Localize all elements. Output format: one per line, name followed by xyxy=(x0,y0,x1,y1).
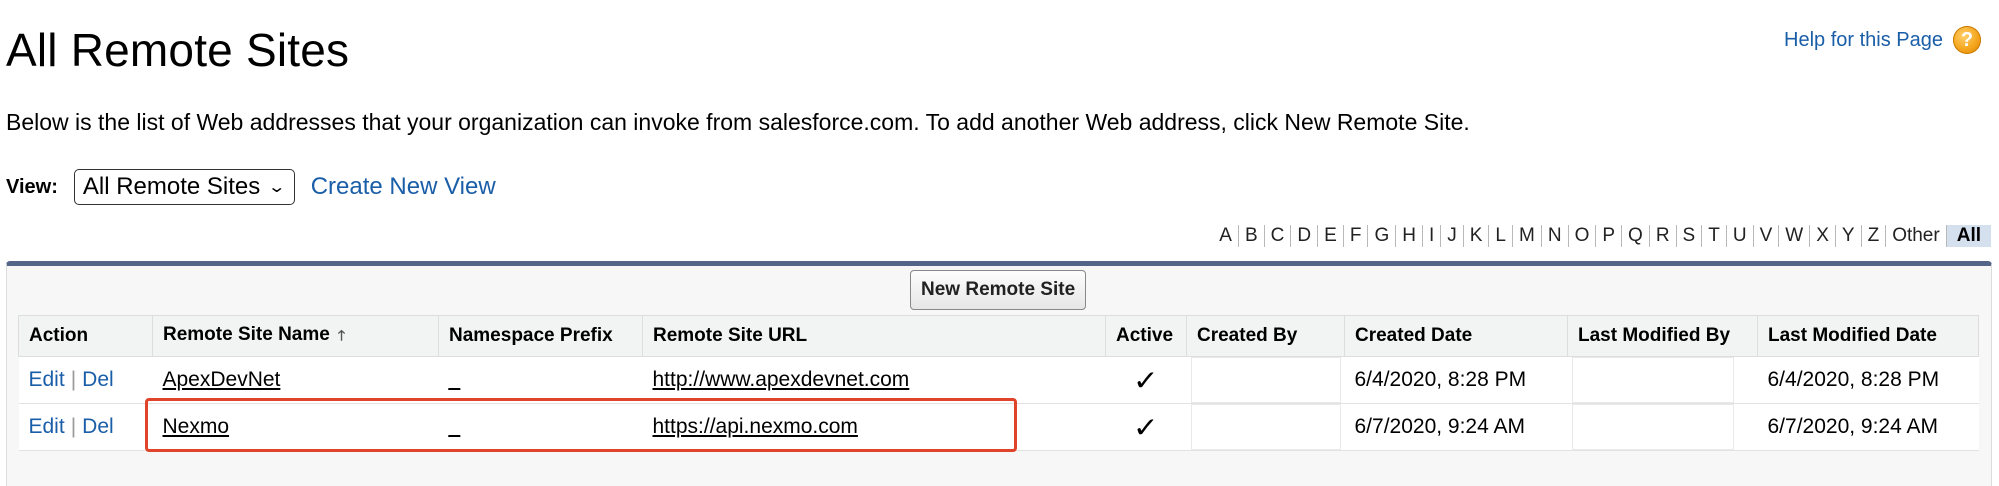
table-header-row: Action Remote Site Name 🡑 Namespace Prefi… xyxy=(18,315,1979,357)
checkmark-icon: ✓ xyxy=(1133,364,1159,396)
created-date-cell: 6/4/2020, 8:28 PM xyxy=(1344,356,1568,404)
alpha-filter-w[interactable]: W xyxy=(1779,225,1811,247)
alpha-filter-b[interactable]: B xyxy=(1239,225,1265,247)
help-link-label[interactable]: Help for this Page xyxy=(1784,29,1943,52)
active-cell: ✓ xyxy=(1105,403,1187,451)
last-modified-date-cell: 6/4/2020, 8:28 PM xyxy=(1757,356,1979,404)
alpha-filter-z[interactable]: Z xyxy=(1862,225,1887,247)
table-row: Edit | Del ApexDevNet _ http://www.apexdev… xyxy=(18,356,1979,404)
remote-site-name-link[interactable]: Nexmo xyxy=(163,415,230,438)
last-modified-by-cell xyxy=(1567,356,1758,404)
alpha-filter-s[interactable]: S xyxy=(1677,225,1703,247)
alpha-filter-g[interactable]: G xyxy=(1368,225,1397,247)
remote-site-url-cell: https://api.nexmo.com xyxy=(642,403,1106,451)
col-namespace-prefix[interactable]: Namespace Prefix xyxy=(438,315,643,357)
remote-site-url-cell: http://www.apexdevnet.com xyxy=(642,356,1106,404)
new-remote-site-button[interactable]: New Remote Site xyxy=(910,270,1087,310)
col-last-modified-by[interactable]: Last Modified By xyxy=(1567,315,1758,357)
edit-link[interactable]: Edit xyxy=(29,415,65,438)
alpha-filter-y[interactable]: Y xyxy=(1836,225,1862,247)
namespace-prefix-value[interactable]: _ xyxy=(449,415,461,438)
page-description: Below is the list of Web addresses that … xyxy=(6,109,1470,135)
remote-site-url-link[interactable]: https://api.nexmo.com xyxy=(653,415,858,438)
view-row: View: All Remote Sites ⌄ Create New View xyxy=(6,168,496,206)
action-separator: | xyxy=(70,415,77,438)
sort-ascending-icon: 🡑 xyxy=(337,326,346,343)
alpha-filter-p[interactable]: P xyxy=(1596,225,1623,247)
col-created-by[interactable]: Created By xyxy=(1186,315,1345,357)
view-select-value: All Remote Sites xyxy=(82,173,261,200)
create-new-view-link[interactable]: Create New View xyxy=(311,173,496,201)
alpha-filter-j[interactable]: J xyxy=(1441,225,1464,247)
view-label: View: xyxy=(6,175,58,198)
alpha-filter-n[interactable]: N xyxy=(1542,225,1569,247)
question-icon[interactable]: ? xyxy=(1953,26,1981,54)
created-date-cell: 6/7/2020, 9:24 AM xyxy=(1344,403,1568,451)
view-select[interactable]: All Remote Sites ⌄ xyxy=(73,169,295,205)
alpha-filter-other[interactable]: Other xyxy=(1886,225,1947,247)
alpha-filter-e[interactable]: E xyxy=(1318,225,1344,247)
alpha-filter-l[interactable]: L xyxy=(1489,225,1513,247)
redacted-created-by xyxy=(1190,357,1341,403)
col-created-date[interactable]: Created Date xyxy=(1344,315,1568,357)
last-modified-by-cell xyxy=(1567,403,1758,451)
remote-site-name-cell: ApexDevNet xyxy=(152,356,439,404)
alpha-filter-o[interactable]: O xyxy=(1569,225,1597,247)
page-title: All Remote Sites xyxy=(6,24,350,76)
alpha-filter-f[interactable]: F xyxy=(1344,225,1369,247)
redacted-created-by xyxy=(1190,404,1341,450)
alpha-filter-all[interactable]: All xyxy=(1946,225,1991,247)
namespace-prefix-cell: _ xyxy=(438,403,643,451)
delete-link[interactable]: Del xyxy=(82,415,114,438)
col-remote-site-name-label[interactable]: Remote Site Name xyxy=(163,324,330,345)
remote-sites-table: Action Remote Site Name 🡑 Namespace Prefi… xyxy=(18,315,1979,451)
alpha-filter-d[interactable]: D xyxy=(1291,225,1319,247)
remote-site-name-link[interactable]: ApexDevNet xyxy=(163,368,281,391)
active-cell: ✓ xyxy=(1105,356,1187,404)
alpha-filter-a[interactable]: A xyxy=(1213,225,1239,247)
col-active[interactable]: Active xyxy=(1105,315,1187,357)
alpha-filter-v[interactable]: V xyxy=(1754,225,1780,247)
alpha-filter-t[interactable]: T xyxy=(1702,225,1727,247)
chevron-down-icon: ⌄ xyxy=(267,179,287,196)
namespace-prefix-value[interactable]: _ xyxy=(449,368,461,391)
help-link[interactable]: Help for this Page ? xyxy=(1784,26,1981,54)
action-separator: | xyxy=(70,368,77,391)
alpha-filter-c[interactable]: C xyxy=(1265,225,1292,247)
namespace-prefix-cell: _ xyxy=(438,356,643,404)
remote-site-name-cell: Nexmo xyxy=(152,403,439,451)
alpha-filter-u[interactable]: U xyxy=(1727,225,1754,247)
alphabet-filter: A B C D E F G H I J K L M N O P Q R S T … xyxy=(1213,223,1991,249)
row-actions: Edit | Del xyxy=(18,356,153,404)
checkmark-icon: ✓ xyxy=(1133,411,1159,443)
alpha-filter-m[interactable]: M xyxy=(1513,225,1542,247)
alpha-filter-h[interactable]: H xyxy=(1396,225,1423,247)
remote-site-url-link[interactable]: http://www.apexdevnet.com xyxy=(653,368,910,391)
redacted-last-modified-by xyxy=(1571,357,1734,403)
col-remote-site-name[interactable]: Remote Site Name 🡑 xyxy=(152,315,439,357)
remote-sites-list-panel: New Remote Site Action Remote Site Name 🡑… xyxy=(6,261,1992,486)
last-modified-date-cell: 6/7/2020, 9:24 AM xyxy=(1757,403,1979,451)
created-by-cell xyxy=(1186,403,1345,451)
col-last-modified-date[interactable]: Last Modified Date xyxy=(1757,315,1979,357)
alpha-filter-i[interactable]: I xyxy=(1423,225,1442,247)
alpha-filter-k[interactable]: K xyxy=(1464,225,1490,247)
alpha-filter-r[interactable]: R xyxy=(1650,225,1677,247)
delete-link[interactable]: Del xyxy=(82,368,114,391)
edit-link[interactable]: Edit xyxy=(29,368,65,391)
row-actions: Edit | Del xyxy=(18,403,153,451)
table-row: Edit | Del Nexmo _ https://api.nexmo.com ✓… xyxy=(18,403,1979,451)
alpha-filter-q[interactable]: Q xyxy=(1622,225,1650,247)
redacted-last-modified-by xyxy=(1571,404,1734,450)
created-by-cell xyxy=(1186,356,1345,404)
col-remote-site-url[interactable]: Remote Site URL xyxy=(642,315,1106,357)
alpha-filter-x[interactable]: X xyxy=(1810,225,1836,247)
col-action: Action xyxy=(18,315,153,357)
